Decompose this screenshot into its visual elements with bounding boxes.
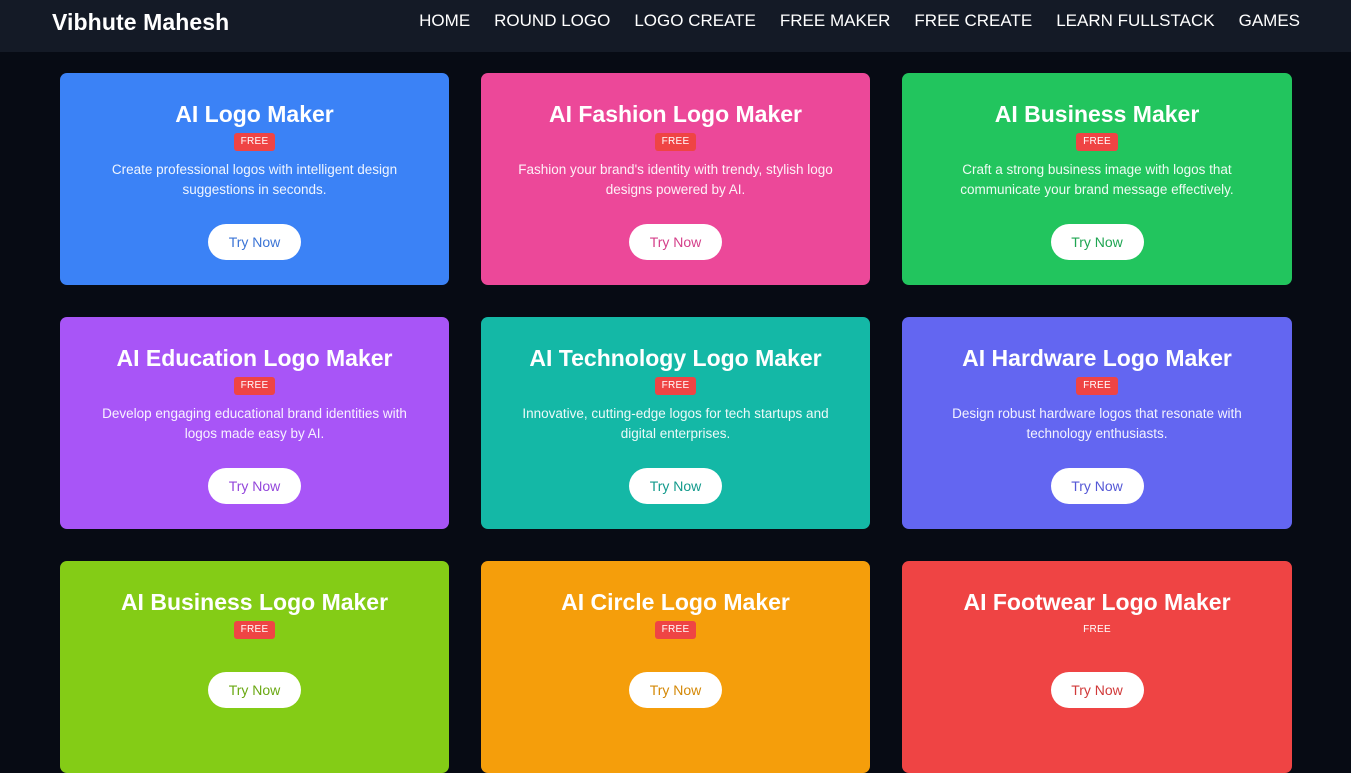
card-description: Innovative, cutting-edge logos for tech …: [522, 406, 829, 441]
card-title: AI Logo Maker: [175, 101, 334, 127]
try-now-button[interactable]: Try Now: [1050, 224, 1144, 260]
free-badge: FREE: [233, 377, 276, 395]
card-title: AI Fashion Logo Maker: [548, 101, 803, 127]
free-badge: FREE: [654, 133, 697, 151]
tool-card: AI Technology Logo Maker FREE Innovative…: [481, 317, 870, 529]
tool-card: AI Hardware Logo Maker FREE Design robus…: [902, 317, 1292, 529]
nav-games[interactable]: GAMES: [1239, 11, 1300, 31]
nav-free-maker[interactable]: FREE MAKER: [780, 11, 891, 31]
nav-logo-create[interactable]: LOGO CREATE: [634, 11, 756, 31]
free-badge: FREE: [654, 377, 697, 395]
tool-card: AI Circle Logo Maker FREE Try Now: [481, 561, 870, 773]
nav-learn-fullstack[interactable]: LEARN FULLSTACK: [1056, 11, 1214, 31]
card-description: Fashion your brand's identity with trend…: [518, 162, 833, 197]
tool-card: AI Logo Maker FREE Create professional l…: [60, 73, 449, 285]
card-description: Create professional logos with intellige…: [111, 162, 398, 197]
free-badge: FREE: [654, 621, 697, 639]
try-now-button[interactable]: Try Now: [1050, 672, 1144, 708]
nav-round-logo[interactable]: ROUND LOGO: [494, 11, 610, 31]
tool-card: AI Fashion Logo Maker FREE Fashion your …: [481, 73, 870, 285]
card-title: AI Footwear Logo Maker: [963, 589, 1231, 615]
nav-free-create[interactable]: FREE CREATE: [914, 11, 1032, 31]
tool-card: AI Footwear Logo Maker FREE Try Now: [902, 561, 1292, 773]
try-now-button[interactable]: Try Now: [208, 672, 301, 708]
try-now-button[interactable]: Try Now: [629, 468, 722, 504]
card-title: AI Business Maker: [994, 101, 1200, 127]
site-brand[interactable]: Vibhute Mahesh: [52, 9, 229, 36]
free-badge: FREE: [1076, 621, 1118, 639]
free-badge: FREE: [1076, 133, 1118, 151]
nav-home[interactable]: HOME: [419, 11, 470, 31]
card-title: AI Circle Logo Maker: [561, 589, 790, 615]
card-description: Design robust hardware logos that resona…: [952, 406, 1242, 441]
card-description: Develop engaging educational brand ident…: [102, 406, 407, 441]
try-now-button[interactable]: Try Now: [629, 672, 722, 708]
card-title: AI Business Logo Maker: [120, 589, 389, 615]
free-badge: FREE: [233, 133, 276, 151]
try-now-button[interactable]: Try Now: [208, 468, 301, 504]
card-title: AI Technology Logo Maker: [529, 345, 822, 371]
free-badge: FREE: [1076, 377, 1118, 395]
top-navbar: Vibhute Mahesh HOME ROUND LOGO LOGO CREA…: [0, 0, 1351, 52]
card-title: AI Education Logo Maker: [116, 345, 393, 371]
try-now-button[interactable]: Try Now: [1050, 468, 1144, 504]
free-badge: FREE: [233, 621, 276, 639]
tool-card: AI Education Logo Maker FREE Develop eng…: [60, 317, 449, 529]
try-now-button[interactable]: Try Now: [629, 224, 722, 260]
try-now-button[interactable]: Try Now: [208, 224, 301, 260]
nav-links: HOME ROUND LOGO LOGO CREATE FREE MAKER F…: [419, 11, 1300, 31]
card-description: Craft a strong business image with logos…: [960, 162, 1234, 197]
tool-card: AI Business Logo Maker FREE Try Now: [60, 561, 449, 773]
tool-card: AI Business Maker FREE Craft a strong bu…: [902, 73, 1292, 285]
card-title: AI Hardware Logo Maker: [962, 345, 1232, 371]
tool-card-grid: AI Logo Maker FREE Create professional l…: [60, 73, 1292, 773]
